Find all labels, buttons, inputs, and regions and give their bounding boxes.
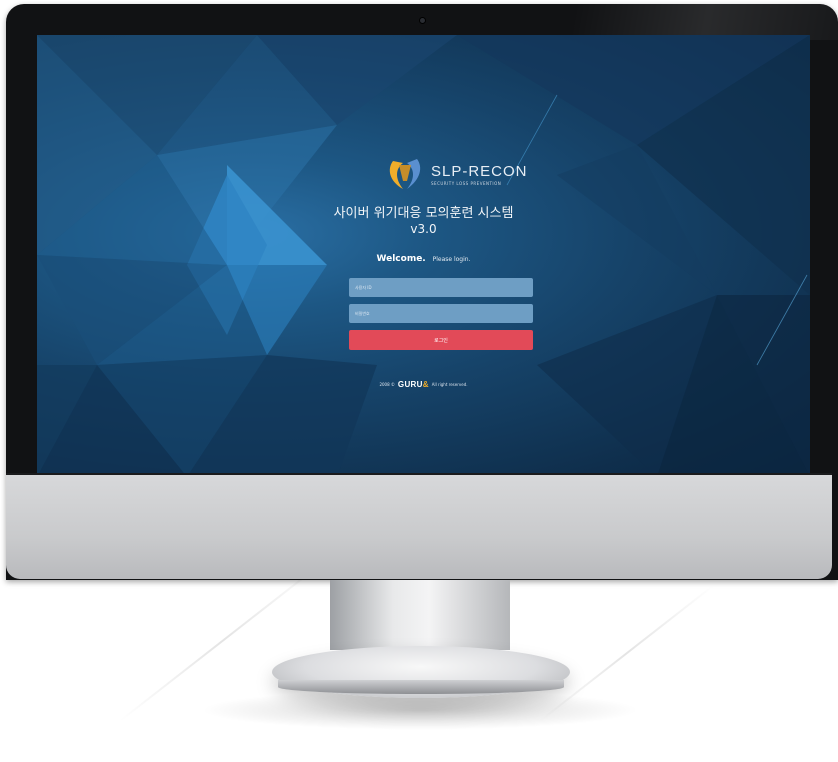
company-brand-name: GURU [397, 380, 423, 389]
monitor-stand-neck [330, 580, 510, 650]
login-prompt: Please login. [432, 256, 471, 263]
welcome-message: Welcome. Please login. [37, 254, 810, 264]
monitor-stand-base-edge [278, 680, 564, 694]
camera-icon [420, 18, 425, 23]
login-button[interactable]: 로그인 [349, 330, 533, 350]
logo-title: SLP-RECON [431, 163, 528, 180]
logo-subtitle: SECURITY LOSS PREVENTION [431, 181, 502, 186]
welcome-text: Welcome. [376, 254, 426, 264]
login-panel: SLP-RECON SECURITY LOSS PREVENTION 사이버 위… [37, 35, 810, 477]
brand-logo: SLP-RECON SECURITY LOSS PREVENTION [385, 155, 528, 195]
company-brand-accent: & [422, 380, 429, 389]
copyright-year: 2008 © [379, 382, 395, 387]
monitor-screen: SLP-RECON SECURITY LOSS PREVENTION 사이버 위… [37, 35, 810, 477]
copyright-footer: 2008 © GURU& All right reserved. [37, 380, 810, 389]
password-input[interactable]: 비밀번호 [349, 304, 533, 323]
copyright-rights: All right reserved. [431, 382, 468, 387]
monitor-chin [6, 475, 832, 579]
system-version: v3.0 [410, 222, 437, 236]
company-brand: GURU& [398, 380, 429, 389]
shield-swoosh-logo-icon [389, 159, 421, 189]
username-input[interactable]: 사용자 ID [349, 278, 533, 297]
system-title: 사이버 위기대응 모의훈련 시스템 [333, 206, 514, 221]
